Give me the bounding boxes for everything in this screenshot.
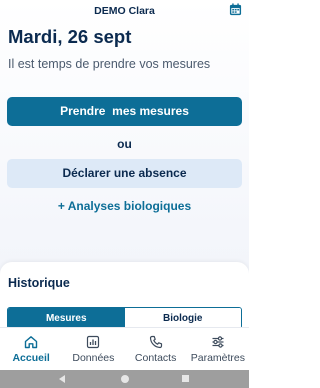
tab-measurements[interactable]: Mesures — [8, 308, 125, 328]
sliders-icon — [212, 336, 224, 348]
nav-label-settings: Paramètres — [190, 352, 246, 364]
home-icon — [24, 336, 38, 349]
app-title: DEMO Clara — [94, 5, 155, 17]
chart-icon — [87, 335, 100, 349]
nav-item-settings[interactable]: Paramètres — [187, 328, 249, 370]
take-measurements-button[interactable]: Prendre mes mesures — [7, 97, 242, 126]
nav-item-data[interactable]: Données — [62, 328, 124, 370]
system-home-icon[interactable] — [121, 375, 129, 383]
system-navigation-bar — [0, 370, 249, 388]
phone-icon — [149, 335, 162, 349]
app-screen: DEMO Clara Mardi, 26 sept Il est temps d… — [0, 0, 249, 388]
tab-biology[interactable]: Biologie — [124, 308, 241, 328]
calendar-icon[interactable] — [229, 3, 242, 16]
history-tabs: Mesures Biologie — [7, 307, 242, 329]
nav-label-contacts: Contacts — [134, 352, 177, 364]
nav-item-home[interactable]: Accueil — [0, 328, 62, 370]
system-back-icon[interactable] — [59, 375, 65, 383]
nav-label-home: Accueil — [12, 352, 50, 364]
nav-item-contacts[interactable]: Contacts — [125, 328, 187, 370]
system-recents-icon[interactable] — [182, 375, 189, 382]
current-date: Mardi, 26 sept — [8, 26, 132, 47]
nav-label-data: Données — [72, 352, 115, 364]
top-bar: DEMO Clara — [0, 0, 249, 22]
biological-analyses-link[interactable]: + Analyses biologiques — [0, 199, 249, 213]
or-separator: ou — [117, 137, 132, 151]
prompt-text: Il est temps de prendre vos mesures — [8, 57, 211, 71]
declare-absence-button[interactable]: Déclarer une absence — [7, 159, 242, 188]
history-title: Historique — [8, 276, 70, 290]
bottom-navigation: Accueil Données Contacts Paramètres — [0, 327, 249, 370]
